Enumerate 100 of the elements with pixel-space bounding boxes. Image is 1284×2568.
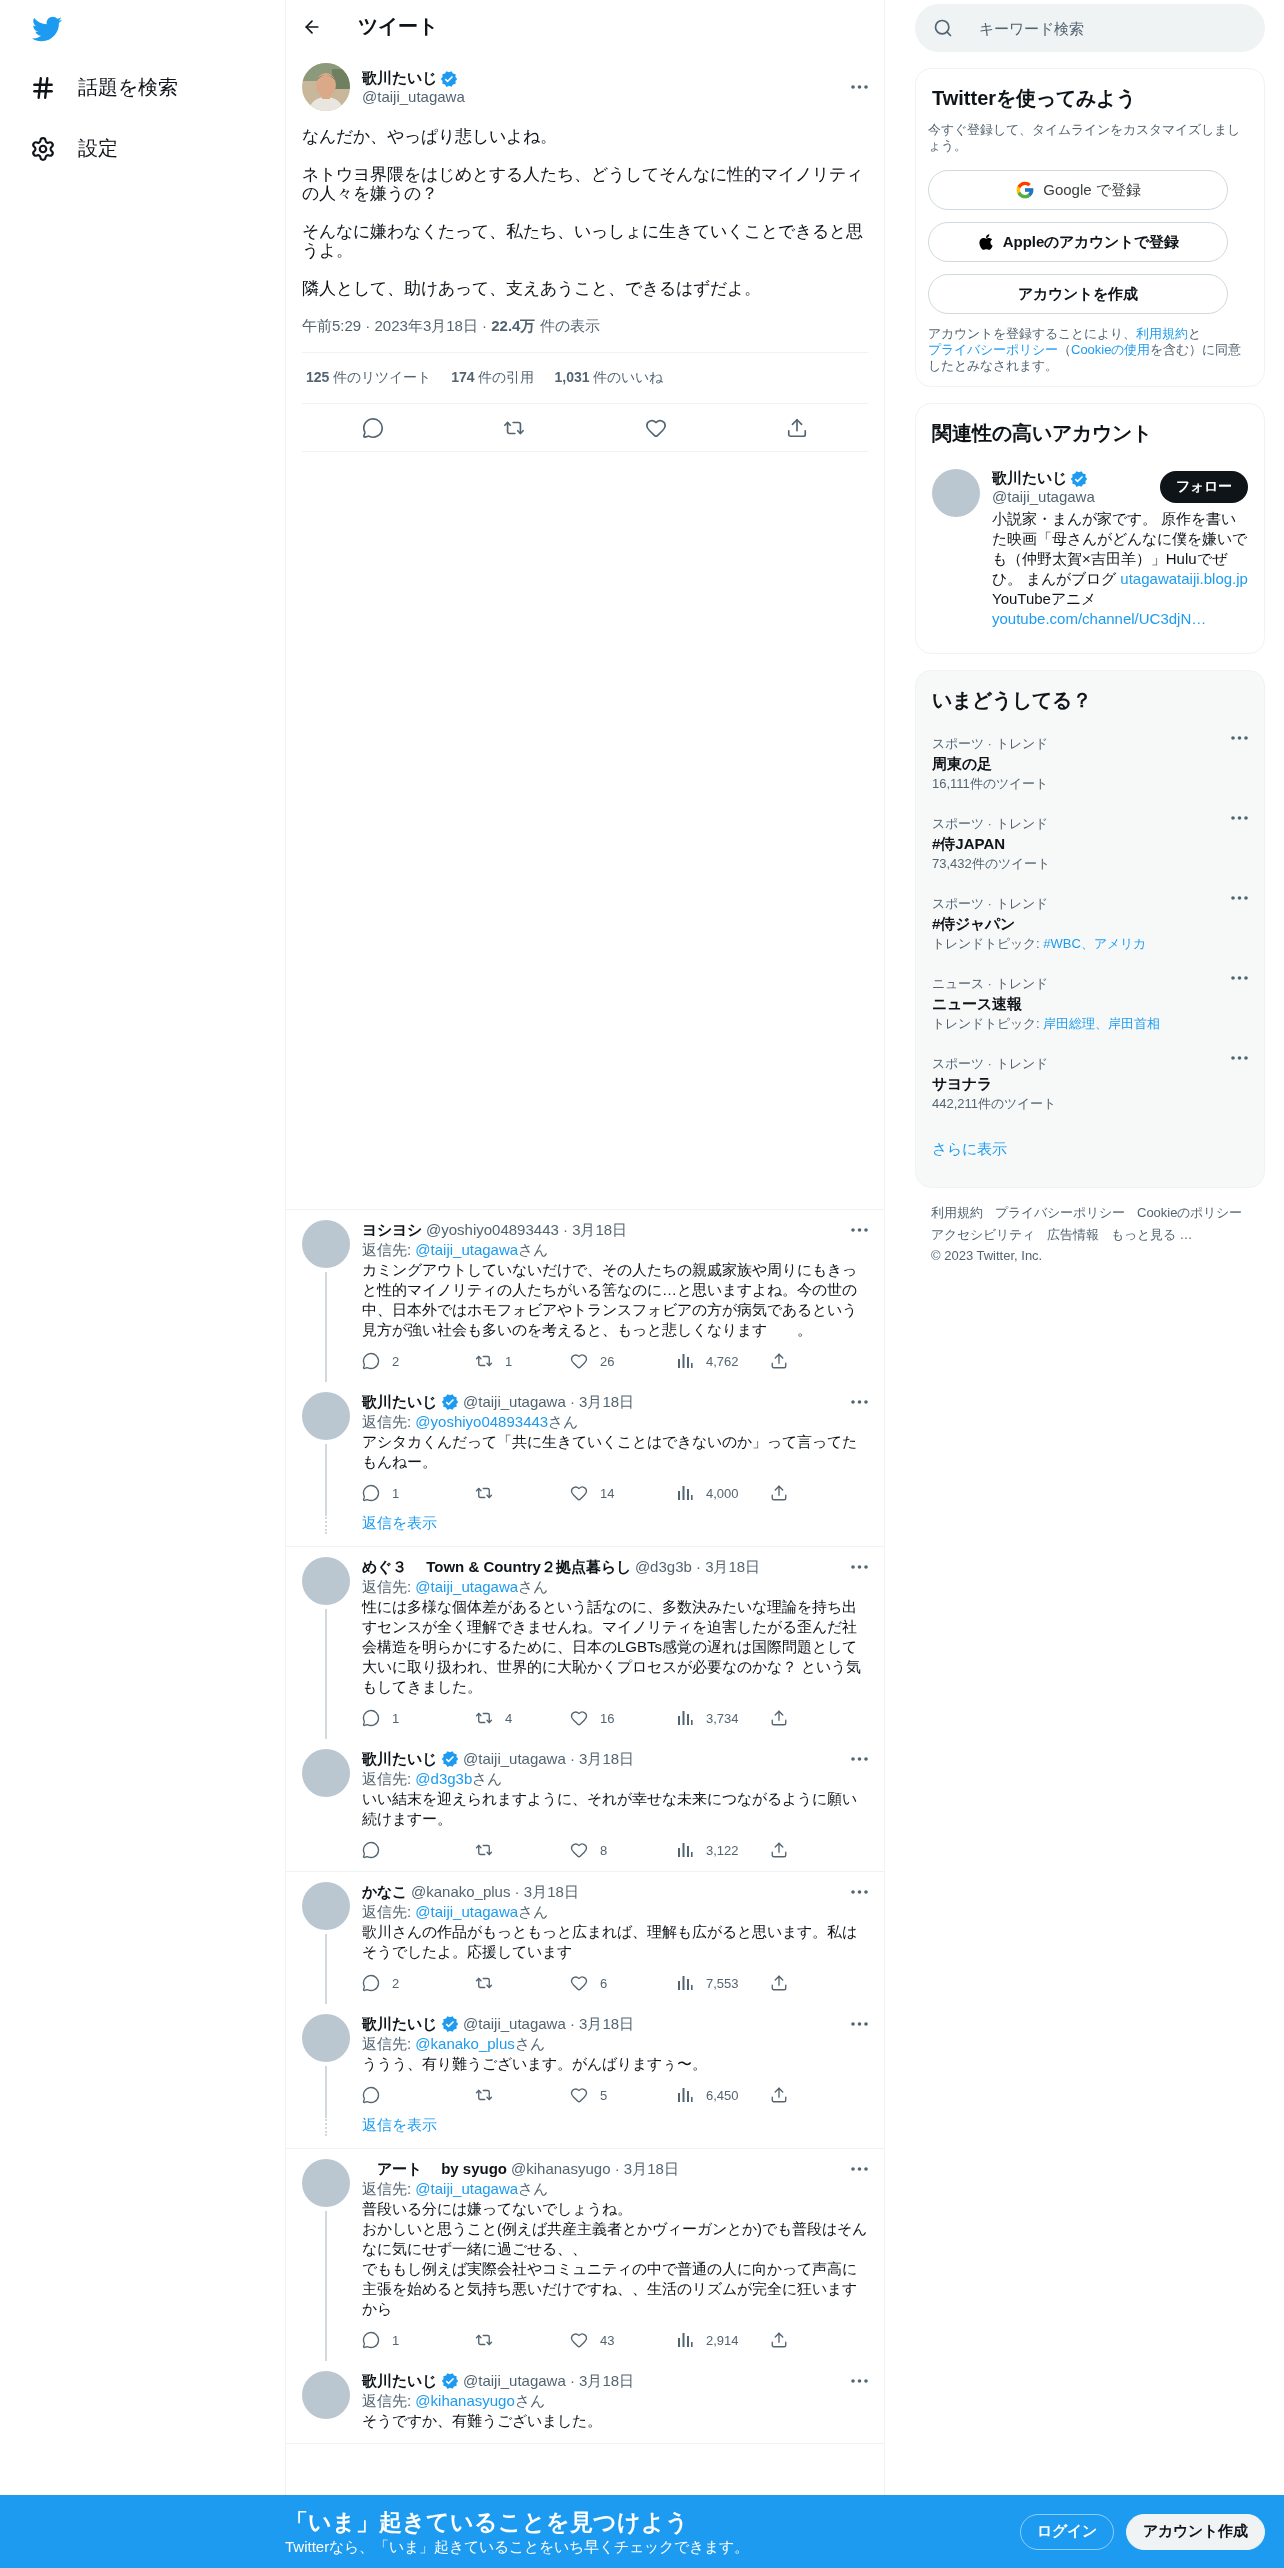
more-button[interactable] xyxy=(851,2379,868,2383)
like-button[interactable]: 8 xyxy=(570,1841,608,1859)
reply-button[interactable]: 1 xyxy=(362,2331,400,2349)
tweet-text: そんなに嫌わなくたって、私たち、いっしょに生きていくことできると思うよ。 xyxy=(302,222,864,260)
speech-bubble-icon xyxy=(362,1974,380,1992)
reply-button[interactable]: 1 xyxy=(362,1484,400,1502)
more-button[interactable] xyxy=(851,85,868,89)
search-bar[interactable]: キーワード検索 xyxy=(915,4,1265,52)
footer-link[interactable]: 利用規約 xyxy=(931,1204,983,1222)
more-button[interactable] xyxy=(851,2022,868,2026)
reply-button[interactable] xyxy=(362,2086,380,2104)
trend-title[interactable]: 周東の足 xyxy=(932,754,1231,774)
tweet-meta: @yoshiyo04893443 · 3月18日 xyxy=(426,1220,628,1240)
signup-button[interactable]: アカウントを作成 xyxy=(928,274,1228,314)
stat-link[interactable]: 174 件の引用 xyxy=(451,369,535,387)
more-button[interactable] xyxy=(851,1757,868,1761)
reply-button[interactable] xyxy=(361,416,384,439)
footer-link[interactable]: プライバシーポリシー xyxy=(995,1204,1125,1222)
trend-category: スポーツ · トレンド xyxy=(932,736,1049,752)
more-button[interactable] xyxy=(851,1890,868,1894)
more-button[interactable] xyxy=(1231,976,1248,980)
more-button[interactable] xyxy=(1231,896,1248,900)
nav-item[interactable]: 設定 xyxy=(30,123,118,174)
like-button[interactable]: 6 xyxy=(570,1974,608,1992)
like-button[interactable]: 43 xyxy=(570,2331,615,2349)
views-button[interactable]: 7,553 xyxy=(676,1974,739,1992)
views-button[interactable]: 4,762 xyxy=(676,1352,739,1370)
author-name: 歌川たいじ xyxy=(362,1749,437,1769)
more-button[interactable] xyxy=(1231,736,1248,740)
views-button[interactable]: 2,914 xyxy=(676,2331,739,2349)
search-icon xyxy=(933,18,953,38)
search-field[interactable]: キーワード検索 xyxy=(977,18,1247,38)
more-button[interactable] xyxy=(851,1228,868,1232)
share-button[interactable] xyxy=(786,416,809,439)
nav-item[interactable]: 話題を検索 xyxy=(30,62,178,113)
retweet-button[interactable]: 1 xyxy=(475,1352,513,1370)
stat-link[interactable]: 125 件のリツイート xyxy=(306,369,432,387)
views-button[interactable]: 4,000 xyxy=(676,1484,739,1502)
bar-chart-icon xyxy=(676,1484,694,1502)
more-icon xyxy=(851,2167,868,2171)
reply-button[interactable] xyxy=(362,1841,380,1859)
reply-to-text: 返信先: @taiji_utagawaさん xyxy=(362,1240,550,1260)
reply-button[interactable]: 2 xyxy=(362,1352,400,1370)
trend-title[interactable]: サヨナラ xyxy=(932,1074,1231,1094)
more-button[interactable] xyxy=(851,1400,868,1404)
share-icon xyxy=(770,1352,788,1370)
card-title: いまどうしてる？ xyxy=(931,688,1093,713)
trend-title[interactable]: ニュース速報 xyxy=(932,994,1231,1014)
heart-icon xyxy=(570,2086,588,2104)
more-button[interactable] xyxy=(1231,1056,1248,1060)
tweet-text: なんだか、やっぱり悲しいよね。 xyxy=(302,127,558,146)
share-button[interactable] xyxy=(770,2331,788,2349)
bar-chart-icon xyxy=(676,1841,694,1859)
card-title: 関連性の高いアカウント xyxy=(931,421,1153,446)
share-button[interactable] xyxy=(770,1974,788,1992)
reply-button[interactable]: 2 xyxy=(362,1974,400,1992)
trend-category: スポーツ · トレンド xyxy=(932,816,1049,832)
trend-category: スポーツ · トレンド xyxy=(932,896,1049,912)
more-button[interactable] xyxy=(851,1565,868,1569)
more-button[interactable] xyxy=(1231,816,1248,820)
like-button[interactable]: 16 xyxy=(570,1709,615,1727)
stat-link[interactable]: 1,031 件のいいね xyxy=(554,369,664,387)
trend-title[interactable]: #侍ジャパン xyxy=(932,914,1231,934)
like-button[interactable]: 5 xyxy=(570,2086,608,2104)
more-icon xyxy=(851,2379,868,2383)
more-button[interactable] xyxy=(851,2167,868,2171)
share-button[interactable] xyxy=(770,1352,788,1370)
share-icon xyxy=(770,1709,788,1727)
account-handle: @taiji_utagawa xyxy=(992,488,1096,505)
footer-link[interactable]: 広告情報 xyxy=(1047,1226,1099,1244)
more-icon xyxy=(1231,976,1248,980)
views-button[interactable]: 3,734 xyxy=(676,1709,739,1727)
share-button[interactable] xyxy=(770,1484,788,1502)
reply-to-text: 返信先: @kihanasyugoさん xyxy=(362,2391,546,2411)
retweet-button[interactable]: 4 xyxy=(475,1709,513,1727)
more-icon xyxy=(851,1757,868,1761)
more-icon xyxy=(851,1400,868,1404)
trend-category: ニュース · トレンド xyxy=(932,976,1049,992)
bird-logo-icon[interactable] xyxy=(32,14,62,44)
follow-button[interactable]: フォロー xyxy=(1160,471,1248,503)
views-button[interactable]: 3,122 xyxy=(676,1841,739,1859)
signup-description: 今すぐ登録して、タイムラインをカスタマイズしましょう。 xyxy=(927,122,1241,154)
share-button[interactable] xyxy=(770,1841,788,1859)
trend-title[interactable]: #侍JAPAN xyxy=(932,834,1231,854)
footer-link[interactable]: Cookieのポリシー xyxy=(1137,1204,1243,1222)
more-icon xyxy=(851,2022,868,2026)
views-button[interactable]: 6,450 xyxy=(676,2086,739,2104)
like-button[interactable]: 14 xyxy=(570,1484,615,1502)
footer-link[interactable]: アクセシビリティ xyxy=(931,1226,1035,1244)
reply-button[interactable]: 1 xyxy=(362,1709,400,1727)
like-button[interactable]: 26 xyxy=(570,1352,615,1370)
tweet-count: 73,432件のツイート xyxy=(932,856,1051,872)
author-name: 歌川たいじ xyxy=(362,2014,437,2034)
trend-category: スポーツ · トレンド xyxy=(932,1056,1049,1072)
footer-link[interactable]: もっと見る … xyxy=(1111,1226,1193,1244)
signup-button[interactable]: Appleのアカウントで登録 xyxy=(928,222,1228,262)
share-button[interactable] xyxy=(770,2086,788,2104)
create-account-button[interactable]: アカウント作成 xyxy=(1126,2513,1265,2550)
share-button[interactable] xyxy=(770,1709,788,1727)
signup-button[interactable]: Google で登録 xyxy=(928,170,1228,210)
